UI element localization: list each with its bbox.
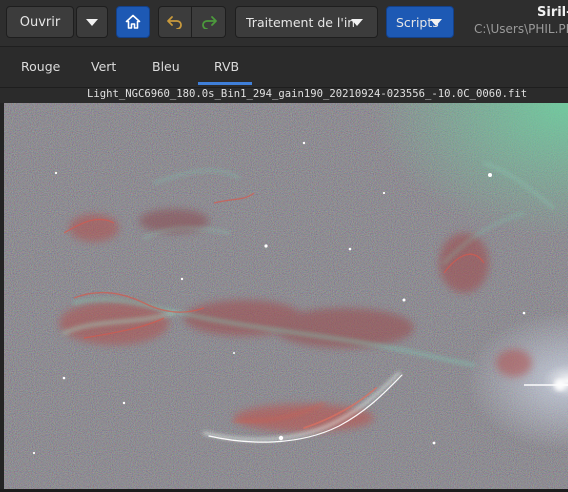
redo-button[interactable]	[192, 6, 226, 38]
image-viewer[interactable]	[4, 103, 568, 489]
undo-button[interactable]	[158, 6, 192, 38]
home-button[interactable]	[116, 6, 150, 38]
chevron-down-icon	[351, 19, 363, 26]
image-filename: Light_NGC6960_180.0s_Bin1_294_gain190_20…	[87, 88, 528, 100]
undo-icon	[167, 16, 182, 29]
channel-tabs: Rouge Vert Bleu RVB	[0, 47, 568, 88]
working-directory: C:\Users\PHIL.PHI	[474, 22, 568, 36]
redo-icon	[201, 16, 217, 29]
filename-row: Light_NGC6960_180.0s_Bin1_294_gain190_20…	[0, 88, 568, 103]
tab-vert[interactable]: Vert	[91, 59, 116, 74]
nebula-image	[4, 103, 568, 489]
chevron-down-icon	[430, 19, 442, 26]
image-processing-menu[interactable]: Traitement de l'ima...	[235, 6, 378, 38]
open-button-label: Ouvrir	[19, 14, 61, 30]
window-title: Siril-0	[537, 5, 568, 20]
open-menu-button[interactable]	[76, 6, 108, 38]
chevron-down-icon	[86, 18, 98, 26]
header-bar: Ouvrir Traitement de l'ima... Scripts Si…	[0, 0, 568, 47]
tab-bleu[interactable]: Bleu	[152, 59, 180, 74]
home-icon	[125, 14, 141, 29]
tab-rvb[interactable]: RVB	[214, 59, 239, 74]
active-tab-indicator	[198, 82, 252, 85]
image-processing-label: Traitement de l'ima...	[246, 14, 354, 30]
tab-rouge[interactable]: Rouge	[21, 59, 60, 74]
scripts-menu[interactable]: Scripts	[386, 6, 454, 38]
open-button[interactable]: Ouvrir	[6, 6, 74, 38]
